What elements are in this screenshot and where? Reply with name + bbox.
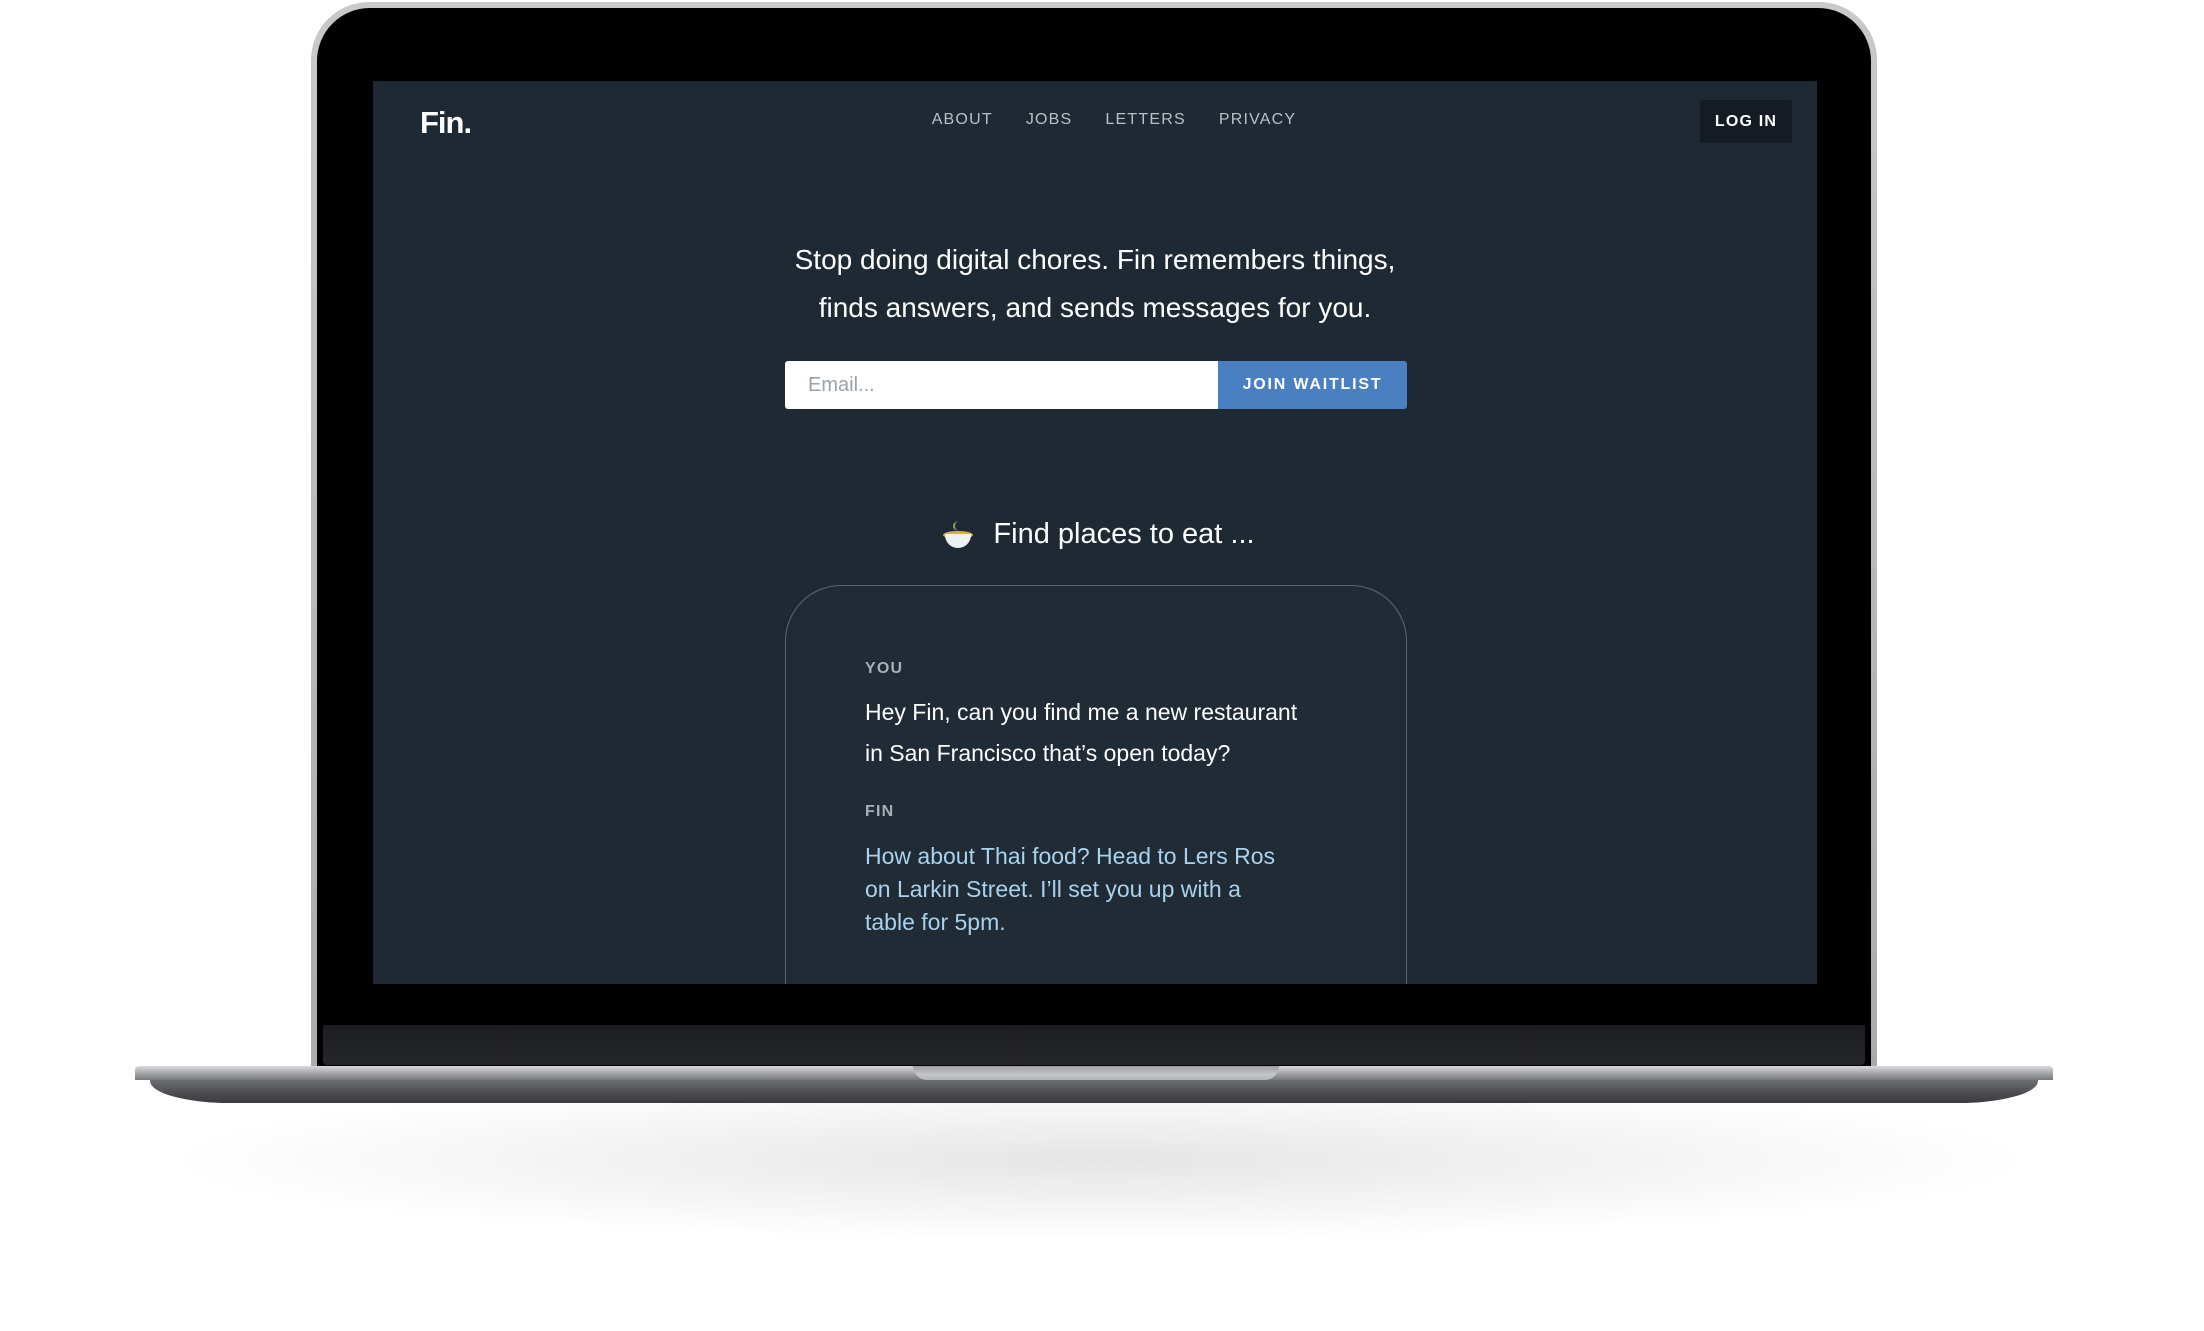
laptop-base-edge [150, 1080, 2038, 1103]
join-waitlist-button[interactable]: JOIN WAITLIST [1218, 361, 1407, 409]
web-page: Fin. ABOUT JOBS LETTERS PRIVACY LOG IN S… [373, 81, 1817, 984]
you-message-line-2: in San Francisco that’s open today? [865, 740, 1231, 766]
bowl-icon [943, 520, 974, 550]
tagline-line-2: finds answers, and sends messages for yo… [818, 292, 1372, 323]
fin-message-line-3: table for 5pm. [865, 909, 1006, 935]
waitlist-form: JOIN WAITLIST [785, 361, 1407, 409]
nav-jobs[interactable]: JOBS [1026, 111, 1073, 129]
feature-heading: Find places to eat ... [373, 518, 1817, 551]
laptop-notch [913, 1066, 1279, 1080]
tagline-line-1: Stop doing digital chores. Fin remembers… [794, 244, 1396, 275]
fin-message: How about Thai food? Head to Lers Ros on… [865, 840, 1345, 939]
fin-message-line-1: How about Thai food? Head to Lers Ros [865, 843, 1275, 869]
nav-about[interactable]: ABOUT [932, 111, 993, 129]
fin-message-line-2: on Larkin Street. I’ll set you up with a [865, 876, 1241, 902]
email-input[interactable] [785, 361, 1218, 409]
you-label: YOU [865, 660, 904, 677]
login-button[interactable]: LOG IN [1700, 100, 1792, 143]
you-message-line-1: Hey Fin, can you find me a new restauran… [865, 699, 1298, 725]
you-message: Hey Fin, can you find me a new restauran… [865, 692, 1345, 774]
nav-letters[interactable]: LETTERS [1105, 111, 1185, 129]
conversation-card: YOU Hey Fin, can you find me a new resta… [785, 585, 1407, 984]
nav-privacy[interactable]: PRIVACY [1219, 111, 1296, 129]
laptop-shadow [180, 1080, 2020, 1240]
laptop-mockup: Fin. ABOUT JOBS LETTERS PRIVACY LOG IN S… [0, 0, 2204, 1331]
feature-title: Find places to eat ... [993, 518, 1255, 550]
hero-tagline: Stop doing digital chores. Fin remembers… [373, 236, 1817, 332]
fin-label: FIN [865, 803, 895, 820]
top-nav: ABOUT JOBS LETTERS PRIVACY [373, 111, 1817, 129]
screen-chin [323, 1025, 1865, 1065]
